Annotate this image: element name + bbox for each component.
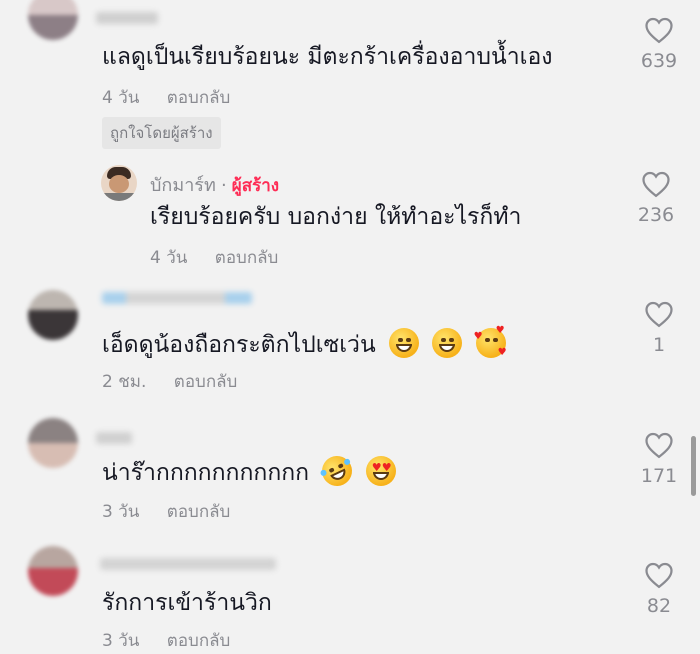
like-count: 236 [637, 204, 675, 226]
liked-by-creator-badge: ถูกใจโดยผู้สร้าง [102, 117, 221, 149]
comment-meta: 3 วัน ตอบกลับ [102, 498, 230, 525]
comment-meta: 4 วัน ตอบกลับ [150, 244, 278, 271]
comment-text-body: น่าร๊ากกกกกกกกกกก [102, 460, 310, 486]
smiling-face-with-hearts-emoji: ♥ ♥ ♥ [473, 325, 507, 358]
like-button[interactable]: 171 [629, 431, 689, 487]
comment-time: 3 วัน [102, 631, 140, 651]
comment-meta: 4 วัน ตอบกลับ [102, 84, 230, 111]
comment-time: 4 วัน [102, 88, 140, 108]
like-button[interactable]: 1 [629, 300, 689, 356]
comment-text-body: เอ็ดดูน้องถือกระติกไปเซเว่น [102, 332, 376, 358]
creator-label: ผู้สร้าง [231, 176, 280, 196]
like-button[interactable]: 639 [629, 16, 689, 72]
like-count: 639 [640, 50, 678, 72]
avatar[interactable] [28, 418, 78, 468]
comment-text: รักการเข้าร้านวิก [102, 590, 272, 616]
blurred-username [96, 12, 158, 24]
heart-icon [645, 17, 673, 44]
heart-eyes-emoji: ♥ ♥ [365, 456, 396, 486]
comment-time: 4 วัน [150, 248, 188, 268]
reply-author-name[interactable]: บักมาร์ท [150, 175, 216, 196]
heart-icon [642, 171, 670, 198]
grinning-face-emoji [389, 328, 419, 358]
like-count: 1 [652, 334, 666, 356]
grinning-face-emoji [432, 328, 463, 358]
blurred-username [100, 558, 276, 570]
like-count: 82 [646, 595, 672, 617]
like-button[interactable]: 82 [629, 561, 689, 617]
comment-time: 2 ชม. [102, 372, 147, 392]
comment-text: แลดูเป็นเรียบร้อยนะ มีตะกร้าเครื่องอาบน้… [102, 44, 553, 70]
reply-button[interactable]: ตอบกลับ [167, 502, 231, 522]
heart-icon [645, 432, 673, 459]
reply-button[interactable]: ตอบกลับ [167, 88, 231, 108]
like-count: 171 [640, 465, 678, 487]
blurred-username [102, 292, 252, 304]
creator-avatar[interactable] [101, 165, 137, 201]
reply-button[interactable]: ตอบกลับ [167, 631, 231, 651]
reply-header: บักมาร์ท · ผู้สร้าง [150, 170, 279, 199]
avatar[interactable] [28, 546, 78, 596]
rolling-on-floor-laughing-emoji [317, 451, 358, 491]
heart-icon [645, 301, 673, 328]
scrollbar[interactable] [691, 436, 696, 496]
separator-dot: · [220, 175, 227, 196]
avatar[interactable] [28, 0, 78, 40]
comment-time: 3 วัน [102, 502, 140, 522]
comment-text: น่าร๊ากกกกกกกกกกก ♥ ♥ [102, 451, 396, 491]
like-button[interactable]: 236 [626, 170, 686, 226]
avatar[interactable] [28, 290, 78, 340]
comment-text: เรียบร้อยครับ บอกง่าย ให้ทำอะไรก็ทำ [150, 204, 522, 230]
blurred-username [96, 432, 132, 444]
heart-icon [645, 562, 673, 589]
comment-meta: 2 ชม. ตอบกลับ [102, 368, 237, 395]
reply-button[interactable]: ตอบกลับ [174, 372, 238, 392]
reply-button[interactable]: ตอบกลับ [215, 248, 279, 268]
comment-text: เอ็ดดูน้องถือกระติกไปเซเว่น ♥ ♥ ♥ [102, 325, 507, 360]
